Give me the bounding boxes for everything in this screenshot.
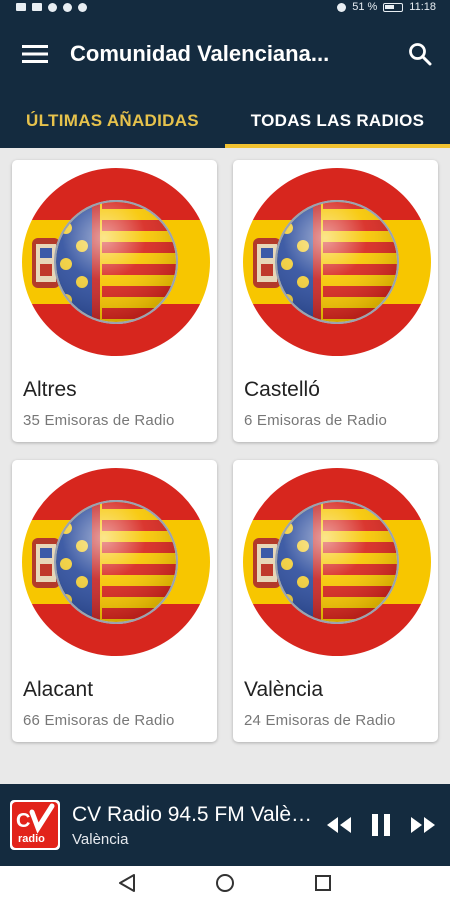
valencia-flag-icon [243,468,431,656]
system-nav-bar [0,866,450,900]
valencia-flag-icon [22,168,210,356]
battery-percent: 51 % [352,1,378,13]
now-playing-info: CV Radio 94.5 FM València València [72,803,322,848]
tab-ultimas-anadidas[interactable]: ÚLTIMAS AÑADIDAS [0,94,225,148]
nav-home-button[interactable] [213,871,237,895]
category-count: 24 Emisoras de Radio [244,712,396,729]
tab-todas-las-radios[interactable]: TODAS LAS RADIOS [225,94,450,148]
fast-forward-icon [411,817,435,833]
status-icons-right: 51 % 11:18 [337,1,436,13]
pause-button[interactable] [364,808,398,842]
category-card-altres[interactable]: Altres 35 Emisoras de Radio [12,160,217,442]
category-card-valencia[interactable]: València 24 Emisoras de Radio [233,460,438,742]
rewind-icon [327,817,351,833]
clock: 11:18 [409,1,436,13]
signal-icon [32,3,42,11]
battery-icon [383,2,404,12]
wifi-icon [48,2,57,12]
category-card-castello[interactable]: Castelló 6 Emisoras de Radio [233,160,438,442]
notification-icon [16,3,26,11]
back-triangle-icon [119,874,135,892]
category-count: 35 Emisoras de Radio [23,412,175,429]
nav-back-button[interactable] [115,871,139,895]
svg-text:radio: radio [18,833,45,845]
player-controls [322,808,450,842]
search-icon [409,43,432,66]
previous-button[interactable] [322,808,356,842]
category-grid: Altres 35 Emisoras de Radio Castelló 6 E… [0,148,450,784]
recents-square-icon [315,875,331,891]
category-count: 66 Emisoras de Radio [23,712,175,729]
page-title: Comunidad Valenciana... [70,41,330,66]
tab-bar: ÚLTIMAS AÑADIDAS TODAS LAS RADIOS [0,94,450,148]
station-city: València [72,830,129,848]
nav-recents-button[interactable] [311,871,335,895]
category-card-alacant[interactable]: Alacant 66 Emisoras de Radio [12,460,217,742]
category-name: València [244,678,323,701]
station-name: CV Radio 94.5 FM València [72,802,322,826]
status-icons-left [16,2,87,12]
station-logo: C radio [10,800,60,850]
svg-text:C: C [16,810,30,832]
next-button[interactable] [406,808,440,842]
search-button[interactable] [390,14,450,94]
category-name: Castelló [244,378,320,401]
category-name: Alacant [23,678,94,701]
category-name: Altres [23,378,77,401]
station-logo-image: C radio [10,800,60,850]
status-bar: 51 % 11:18 [0,0,450,14]
valencia-flag-icon [22,468,210,656]
menu-button[interactable] [0,14,70,94]
pause-icon [372,814,390,836]
home-circle-icon [216,874,234,892]
valencia-flag-icon [243,168,431,356]
alarm-icon [337,2,347,12]
app-bar: Comunidad Valenciana... [0,14,450,94]
now-playing-bar[interactable]: C radio CV Radio 94.5 FM València Valènc… [0,784,450,866]
app-icon [78,2,87,12]
sync-icon [63,2,72,12]
hamburger-menu-icon [22,45,48,63]
category-count: 6 Emisoras de Radio [244,412,388,429]
